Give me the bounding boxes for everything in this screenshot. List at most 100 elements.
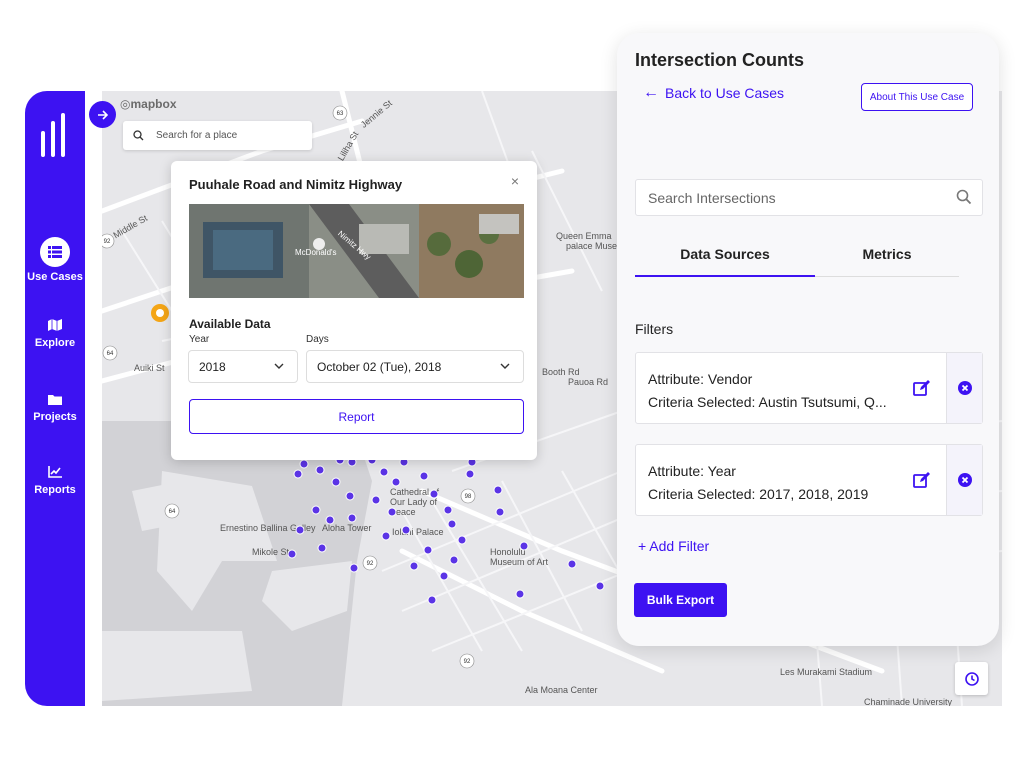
filter-attribute: Attribute: Year [648, 463, 736, 479]
intersection-marker[interactable] [515, 589, 525, 599]
intersection-marker[interactable] [371, 495, 381, 505]
sidebar-item-label: Explore [34, 337, 76, 349]
filters-heading: Filters [635, 321, 674, 337]
intersection-marker[interactable] [419, 471, 429, 481]
filter-criteria: Criteria Selected: Austin Tsutsumi, Q... [648, 394, 887, 410]
intersection-marker[interactable] [495, 507, 505, 517]
year-select[interactable]: 2018 [188, 350, 298, 383]
close-circle-icon [957, 381, 972, 395]
remove-filter-button[interactable] [946, 445, 982, 515]
sidebar-item-reports[interactable]: Reports [25, 464, 85, 496]
intersection-marker[interactable] [347, 513, 357, 523]
chevron-down-icon [274, 363, 284, 369]
filter-attribute: Attribute: Vendor [648, 371, 753, 387]
intersection-marker[interactable] [401, 525, 411, 535]
remove-filter-button[interactable] [946, 353, 982, 423]
back-link-label: Back to Use Cases [665, 85, 785, 101]
intersection-popup: Puuhale Road and Nimitz Highway × McDona… [171, 161, 537, 460]
intersection-marker[interactable] [287, 549, 297, 559]
popup-title: Puuhale Road and Nimitz Highway [189, 177, 403, 192]
intersection-marker[interactable] [299, 459, 309, 469]
list-icon [40, 237, 70, 267]
mapbox-logo: ◎mapbox [120, 97, 177, 111]
intersection-marker[interactable] [311, 505, 321, 515]
place-search-placeholder: Search for a place [156, 130, 238, 141]
expand-sidebar-button[interactable] [89, 101, 116, 128]
satellite-label: McDonald's [295, 248, 337, 257]
intersection-marker[interactable] [391, 477, 401, 487]
sidebar-item-label: Reports [34, 484, 76, 496]
intersection-marker[interactable] [449, 555, 459, 565]
close-icon[interactable]: × [511, 173, 519, 189]
add-filter-link[interactable]: + Add Filter [638, 538, 709, 554]
sidebar-item-explore[interactable]: Explore [25, 317, 85, 349]
search-intersections-input[interactable]: Search Intersections [635, 179, 983, 216]
sidebar-item-label: Projects [33, 411, 77, 423]
report-button[interactable]: Report [189, 399, 524, 434]
intersection-marker[interactable] [429, 489, 439, 499]
arrow-right-icon [97, 109, 108, 120]
intersection-marker[interactable] [345, 491, 355, 501]
folder-icon [25, 391, 85, 407]
tab-divider [815, 276, 959, 277]
intersection-marker[interactable] [443, 505, 453, 515]
intersection-marker[interactable] [447, 519, 457, 529]
arrow-left-icon: ← [643, 84, 659, 101]
intersection-marker[interactable] [427, 595, 437, 605]
intersection-marker[interactable] [295, 525, 305, 535]
days-select[interactable]: October 02 (Tue), 2018 [306, 350, 524, 383]
search-icon [956, 189, 972, 205]
about-use-case-button[interactable]: About This Use Case [861, 83, 973, 111]
intersection-marker[interactable] [293, 469, 303, 479]
intersection-marker[interactable] [465, 469, 475, 479]
filter-card: Attribute: Vendor Criteria Selected: Aus… [635, 352, 983, 424]
satellite-image: McDonald's Nimitz Hwy [189, 204, 524, 298]
days-label: Days [306, 334, 329, 345]
sidebar-item-use-cases[interactable]: Use Cases [25, 237, 85, 283]
intersection-marker[interactable] [457, 535, 467, 545]
filter-criteria: Criteria Selected: 2017, 2018, 2019 [648, 486, 869, 502]
history-button[interactable] [955, 662, 988, 695]
intersection-marker[interactable] [381, 531, 391, 541]
sidebar-item-projects[interactable]: Projects [25, 391, 85, 423]
intersection-marker[interactable] [317, 543, 327, 553]
intersection-marker[interactable] [567, 559, 577, 569]
intersection-marker[interactable] [349, 563, 359, 573]
close-circle-icon [957, 473, 972, 487]
available-data-heading: Available Data [189, 317, 271, 331]
chevron-down-icon [500, 363, 510, 369]
edit-icon[interactable] [913, 471, 931, 489]
panel-title: Intersection Counts [635, 50, 805, 70]
map-icon [25, 317, 85, 333]
intersection-marker[interactable] [493, 485, 503, 495]
intersection-marker[interactable] [379, 467, 389, 477]
edit-icon[interactable] [913, 379, 931, 397]
search-intersections-placeholder: Search Intersections [648, 189, 776, 206]
bulk-export-button[interactable]: Bulk Export [634, 583, 727, 617]
intersection-marker[interactable] [387, 507, 397, 517]
back-to-use-cases-link[interactable]: ← Back to Use Cases [643, 84, 784, 102]
tab-metrics[interactable]: Metrics [815, 246, 959, 262]
sidebar: Use Cases Explore Projects Reports [25, 91, 85, 706]
intersection-marker[interactable] [519, 541, 529, 551]
intersection-marker[interactable] [315, 465, 325, 475]
use-case-panel: Intersection Counts ← Back to Use Cases … [617, 33, 999, 646]
days-select-value: October 02 (Tue), 2018 [317, 359, 442, 374]
mapbox-icon: ◎ [120, 97, 131, 111]
place-search-input[interactable]: Search for a place [123, 121, 312, 150]
intersection-marker[interactable] [325, 515, 335, 525]
filter-card: Attribute: Year Criteria Selected: 2017,… [635, 444, 983, 516]
active-tab-indicator [635, 275, 815, 277]
intersection-marker[interactable] [409, 561, 419, 571]
search-icon [133, 130, 144, 141]
clock-icon [964, 671, 979, 686]
year-label: Year [189, 334, 210, 345]
intersection-marker[interactable] [331, 477, 341, 487]
sidebar-item-label: Use Cases [27, 271, 83, 283]
tab-data-sources[interactable]: Data Sources [635, 246, 815, 262]
intersection-marker[interactable] [423, 545, 433, 555]
app-logo [41, 113, 65, 157]
intersection-marker[interactable] [595, 581, 605, 591]
year-select-value: 2018 [199, 359, 226, 374]
intersection-marker[interactable] [439, 571, 449, 581]
